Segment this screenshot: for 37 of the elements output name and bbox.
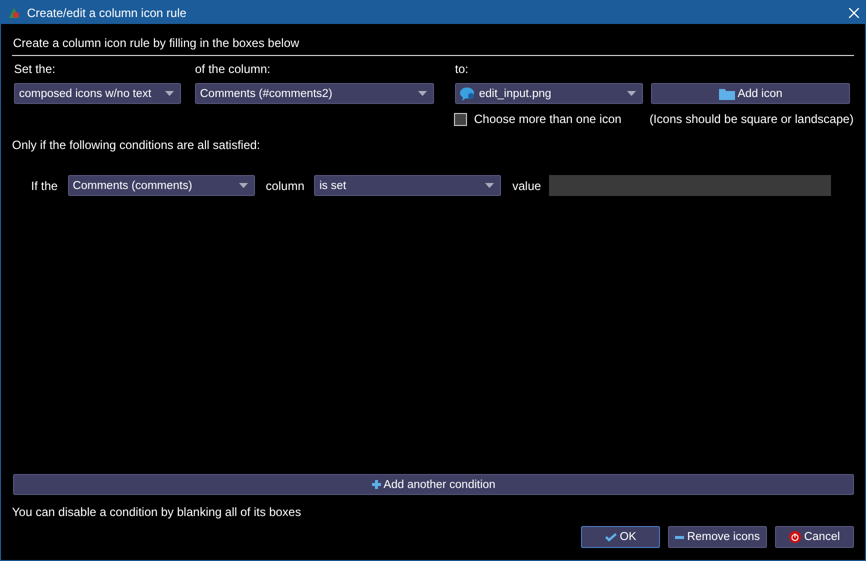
- conditions-label: Only if the following conditions are all satisfied:: [12, 138, 262, 152]
- footer-hint: You can disable a condition by blanking all of its boxes: [12, 505, 302, 519]
- caret-icon: [165, 91, 174, 96]
- value-field[interactable]: [549, 175, 832, 196]
- if-label: If the: [31, 178, 58, 192]
- set-dropdown[interactable]: composed icons w/no text: [14, 83, 181, 104]
- icon-hint: (Icons should be square or landscape): [649, 112, 854, 126]
- stop-icon: [789, 531, 802, 543]
- operator-dropdown[interactable]: is set: [314, 175, 502, 196]
- set-label: Set the:: [14, 62, 56, 76]
- ok-button[interactable]: OK: [581, 526, 660, 548]
- caret-icon: [238, 183, 248, 188]
- plus-icon: [372, 480, 381, 489]
- caret-icon: [418, 91, 427, 96]
- value-label: value: [512, 178, 542, 192]
- add-icon-button[interactable]: Add icon: [651, 83, 850, 104]
- add-condition-button[interactable]: Add another condition: [13, 474, 854, 495]
- window-title: Create/edit a column icon rule: [27, 6, 188, 20]
- to-label: to:: [455, 62, 470, 76]
- checkbox[interactable]: [454, 112, 467, 126]
- column-dropdown[interactable]: Comments (#comments2): [195, 83, 434, 104]
- minus-icon: [675, 536, 684, 538]
- icon-dropdown[interactable]: edit_input.png: [455, 83, 643, 104]
- speech-bubble-icon: [460, 86, 475, 100]
- caret-icon: [485, 183, 494, 188]
- checkmark-icon: [604, 532, 617, 542]
- close-icon[interactable]: [849, 8, 859, 18]
- condition-column-dropdown[interactable]: Comments (comments): [68, 175, 255, 196]
- column-text: column: [266, 178, 304, 192]
- caret-icon: [627, 91, 636, 96]
- app-icon: [7, 6, 21, 20]
- column-label: of the column:: [195, 62, 272, 76]
- folder-icon: [718, 88, 735, 100]
- cancel-button[interactable]: Cancel: [775, 526, 854, 548]
- remove-button[interactable]: Remove icons: [668, 526, 767, 548]
- checkbox-label[interactable]: Choose more than one icon: [474, 112, 622, 126]
- instruction-text: Create a column icon rule by filling in the boxes below: [12, 36, 300, 50]
